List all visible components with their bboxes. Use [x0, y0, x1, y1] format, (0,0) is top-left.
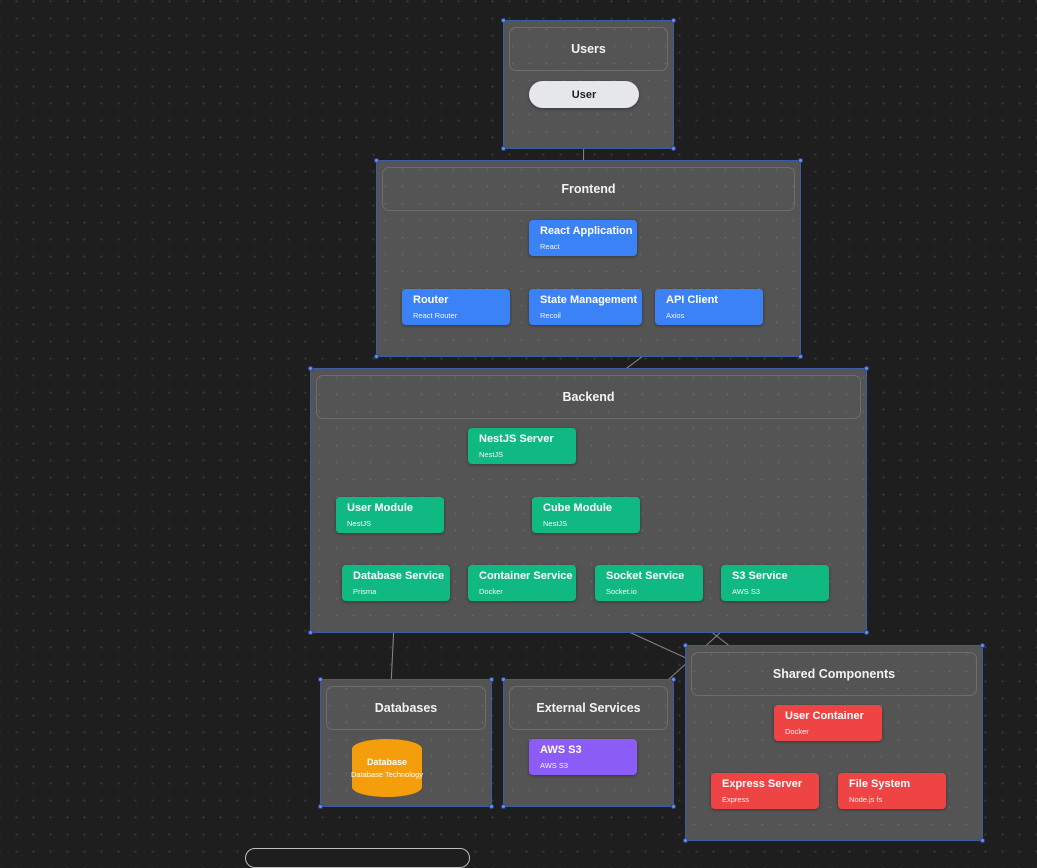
node-title: Database Service: [353, 570, 445, 582]
resize-handle[interactable]: [308, 366, 313, 371]
node-aws-s3[interactable]: AWS S3 AWS S3: [529, 739, 637, 775]
node-title: Cube Module: [543, 502, 613, 514]
node-title: Socket Service: [606, 570, 685, 582]
node-user-module[interactable]: User Module NestJS: [336, 497, 444, 533]
node-user[interactable]: User: [529, 81, 639, 108]
node-title: User Module: [347, 502, 414, 514]
node-title: Database: [366, 757, 408, 767]
node-title: Router: [413, 294, 449, 306]
group-label-shared-components: Shared Components: [691, 652, 977, 696]
resize-handle[interactable]: [318, 804, 323, 809]
resize-handle[interactable]: [501, 18, 506, 23]
node-subtitle: Express: [722, 795, 750, 804]
node-subtitle: NestJS: [479, 450, 504, 459]
resize-handle[interactable]: [671, 146, 676, 151]
node-subtitle: Docker: [785, 727, 809, 736]
diagram-canvas[interactable]: Users Frontend Backend Databases Externa…: [0, 0, 1037, 868]
node-title: User Container: [785, 710, 864, 722]
node-subtitle: React Router: [413, 311, 458, 320]
resize-handle[interactable]: [501, 677, 506, 682]
resize-handle[interactable]: [864, 366, 869, 371]
resize-handle[interactable]: [318, 677, 323, 682]
resize-handle[interactable]: [308, 630, 313, 635]
node-title: State Management: [540, 294, 638, 306]
resize-handle[interactable]: [489, 677, 494, 682]
node-subtitle: Node.js fs: [849, 795, 883, 804]
node-title: AWS S3: [540, 744, 582, 756]
resize-handle[interactable]: [374, 354, 379, 359]
node-subtitle: Recoil: [540, 311, 561, 320]
bottom-panel-edge[interactable]: [245, 848, 470, 868]
node-subtitle: NestJS: [543, 519, 568, 528]
node-nestjs-server[interactable]: NestJS Server NestJS: [468, 428, 576, 464]
group-shared-components[interactable]: Shared Components: [683, 643, 985, 843]
node-title: S3 Service: [732, 570, 788, 582]
node-express-server[interactable]: Express Server Express: [711, 773, 819, 809]
node-user-container[interactable]: User Container Docker: [774, 705, 882, 741]
node-container-service[interactable]: Container Service Docker: [468, 565, 576, 601]
node-api-client[interactable]: API Client Axios: [655, 289, 763, 325]
node-title: React Application: [540, 225, 633, 237]
node-subtitle: Axios: [666, 311, 685, 320]
resize-handle[interactable]: [683, 838, 688, 843]
resize-handle[interactable]: [671, 804, 676, 809]
node-router[interactable]: Router React Router: [402, 289, 510, 325]
resize-handle[interactable]: [489, 804, 494, 809]
node-subtitle: AWS S3: [540, 761, 569, 770]
node-title: Express Server: [722, 778, 803, 790]
resize-handle[interactable]: [501, 804, 506, 809]
group-label-external-services: External Services: [509, 686, 668, 730]
node-subtitle: Socket.io: [606, 587, 637, 596]
resize-handle[interactable]: [798, 354, 803, 359]
node-file-system[interactable]: File System Node.js fs: [838, 773, 946, 809]
group-label-databases: Databases: [326, 686, 486, 730]
resize-handle[interactable]: [798, 158, 803, 163]
node-subtitle: NestJS: [347, 519, 372, 528]
resize-handle[interactable]: [980, 838, 985, 843]
group-label-frontend: Frontend: [382, 167, 795, 211]
resize-handle[interactable]: [501, 146, 506, 151]
node-subtitle: Docker: [479, 587, 503, 596]
node-database[interactable]: Database Database Technology: [351, 739, 423, 797]
group-label-backend: Backend: [316, 375, 861, 419]
node-react-application[interactable]: React Application React: [529, 220, 637, 256]
resize-handle[interactable]: [864, 630, 869, 635]
node-state-management[interactable]: State Management Recoil: [529, 289, 642, 325]
resize-handle[interactable]: [374, 158, 379, 163]
node-subtitle: React: [540, 242, 560, 251]
node-title: NestJS Server: [479, 433, 554, 445]
node-database-service[interactable]: Database Service Prisma: [342, 565, 450, 601]
node-title: API Client: [666, 294, 718, 306]
node-subtitle: Database Technology: [351, 770, 423, 779]
node-title: Container Service: [479, 570, 573, 582]
node-socket-service[interactable]: Socket Service Socket.io: [595, 565, 703, 601]
resize-handle[interactable]: [671, 18, 676, 23]
node-cube-module[interactable]: Cube Module NestJS: [532, 497, 640, 533]
node-subtitle: AWS S3: [732, 587, 761, 596]
node-subtitle: Prisma: [353, 587, 377, 596]
group-label-users: Users: [509, 27, 668, 71]
group-frontend[interactable]: Frontend: [374, 158, 803, 359]
resize-handle[interactable]: [980, 643, 985, 648]
resize-handle[interactable]: [683, 643, 688, 648]
node-title: File System: [849, 778, 911, 790]
node-s3-service[interactable]: S3 Service AWS S3: [721, 565, 829, 601]
resize-handle[interactable]: [671, 677, 676, 682]
